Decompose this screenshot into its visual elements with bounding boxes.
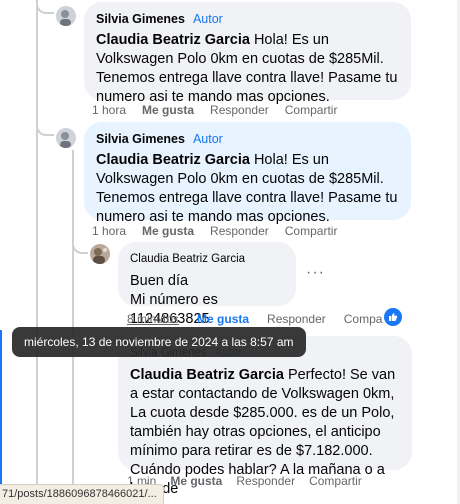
comment-timestamp[interactable]: 8 minutos xyxy=(127,312,179,326)
author-badge: Autor xyxy=(192,12,223,26)
comment-text: Claudia Beatriz Garcia Hola! Es un Volks… xyxy=(96,152,398,225)
like-button[interactable]: Me gusta xyxy=(142,224,194,238)
like-button[interactable]: Me gusta xyxy=(197,312,249,326)
share-button[interactable]: Compartir xyxy=(309,474,362,488)
comment-text-line: Buen día xyxy=(130,273,189,289)
comment-bubble: Silvia Gimenes Autor Claudia Beatriz Gar… xyxy=(84,2,411,105)
mention-link[interactable]: Claudia Beatriz Garcia xyxy=(96,152,250,168)
comment-actions: 1 hora Me gusta Responder Compartir xyxy=(92,224,337,238)
comment-actions: 1 hora Me gusta Responder Compartir xyxy=(92,103,337,117)
like-button[interactable]: Me gusta xyxy=(142,103,194,117)
thread-elbow xyxy=(36,118,54,136)
reply-button[interactable]: Responder xyxy=(210,103,269,117)
author-badge: Autor xyxy=(192,132,223,146)
comment-text: Claudia Beatriz Garcia Hola! Es un Volks… xyxy=(96,32,398,105)
comment-bubble-highlighted: Silvia Gimenes Autor Claudia Beatriz Gar… xyxy=(84,122,411,225)
timestamp-tooltip: miércoles, 13 de noviembre de 2024 a las… xyxy=(12,327,306,357)
like-reaction-icon[interactable] xyxy=(384,308,402,326)
thread-line-main xyxy=(36,0,38,504)
comment-timestamp[interactable]: 1 hora xyxy=(92,224,126,238)
comment-author[interactable]: Silvia Gimenes xyxy=(96,130,185,149)
mention-link[interactable]: Claudia Beatriz Garcia xyxy=(96,32,250,48)
share-button[interactable]: Compartir xyxy=(285,103,338,117)
share-button[interactable]: Compartir xyxy=(285,224,338,238)
more-options-icon[interactable]: ··· xyxy=(306,264,325,282)
avatar[interactable] xyxy=(56,6,76,26)
comment-author[interactable]: Claudia Beatriz Garcia xyxy=(130,250,245,269)
comment-bubble: Claudia Beatriz Garcia Buen día Mi númer… xyxy=(118,242,296,327)
thread-elbow xyxy=(72,236,88,254)
comment-author[interactable]: Silvia Gimenes xyxy=(96,10,185,29)
comment-actions: 8 minutos Me gusta Responder Compartir xyxy=(127,312,396,326)
reply-button[interactable]: Responder xyxy=(210,224,269,238)
like-button[interactable]: Me gusta xyxy=(170,474,222,488)
mention-link[interactable]: Claudia Beatriz Garcia xyxy=(130,367,284,383)
reply-button[interactable]: Responder xyxy=(236,474,295,488)
thread-elbow xyxy=(36,0,54,14)
reply-button[interactable]: Responder xyxy=(267,312,326,326)
status-bar-url: 71/posts/1886096878466021/... xyxy=(0,484,164,504)
avatar[interactable] xyxy=(90,244,110,264)
focus-indicator xyxy=(0,330,2,490)
avatar[interactable] xyxy=(56,128,76,148)
comment-timestamp[interactable]: 1 hora xyxy=(92,103,126,117)
